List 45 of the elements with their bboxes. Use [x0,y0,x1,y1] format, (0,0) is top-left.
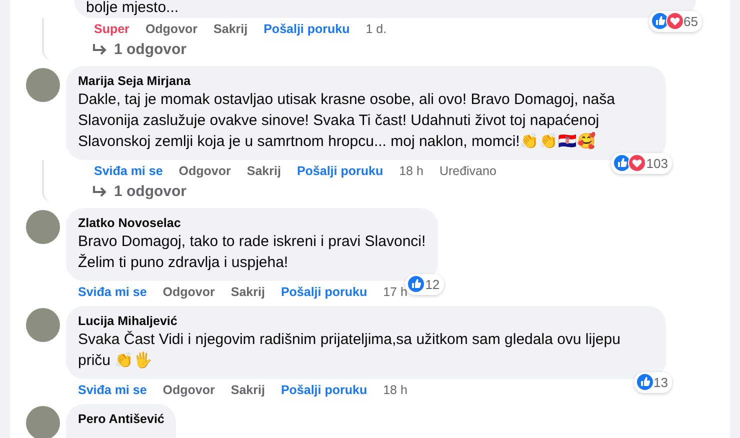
view-replies-link[interactable]: 1 odgovor [114,182,187,202]
reply-arrow-icon [92,43,108,57]
comment-text: Dakle, taj je momak ostavljao utisak krasne osobe, ali ovo! Bravo Domagoj, naša Slavonija zaslužuje ovakve sinove! Svaka Ti čast! Udahnuti život toj napaćenoj Slavonskoj zemlji koja je u samrtnom hropcu... moj naklon, momci!👏👏🇭🇷🥰 [78,90,616,152]
hide-link[interactable]: Sakrij [246,163,281,179]
send-message-link[interactable]: Pošalji poruku [264,21,350,37]
send-message-link[interactable]: Pošalji poruku [280,382,368,398]
avatar-circle[interactable] [26,308,60,342]
reply-arrow-icon [92,185,108,199]
reaction-count: 65 [684,12,698,30]
reaction-count: 13 [654,374,668,392]
reaction-count: 103 [646,154,668,172]
reply-link[interactable]: Odgovor [178,163,231,179]
avatar-circle[interactable] [26,210,60,244]
hide-link[interactable]: Sakrij [230,284,265,300]
reaction-summary[interactable]: 12 [405,274,444,295]
timestamp: 18 h [383,382,408,398]
reaction-count: 12 [425,276,440,294]
timestamp: 17 h [383,284,408,300]
comment-text: Svaka Čast Vidi i njegovim radišnim prijateljima,sa užitkom sam gledala ovu lijepu priču 👏🖐 [78,330,622,371]
like-link[interactable]: Sviđa mi se [78,284,147,300]
avatar-circle[interactable] [26,406,60,438]
reply-link[interactable]: Odgovor [162,284,215,300]
timestamp: 18 h [399,163,424,179]
author-name[interactable]: Pero Antišević [78,411,164,427]
reply-link[interactable]: Odgovor [145,21,198,37]
author-name[interactable]: Lucija Mihaljević [78,313,654,329]
timestamp: Uređivano [439,163,496,179]
reaction-summary[interactable]: 103 [611,152,672,174]
avatar-circle[interactable] [26,68,60,102]
reaction-summary[interactable]: 65 [648,10,702,32]
comment-text: Bravo Domagoj, tako to rade iskreni i pravi Slavonci! Želim ti puno zdravlja i uspjeha! [78,232,426,273]
love-reaction-link[interactable]: Super [94,21,130,37]
send-message-link[interactable]: Pošalji poruku [280,284,368,300]
hide-link[interactable]: Sakrij [214,21,248,37]
author-name[interactable]: Marija Seja Mirjana [78,73,654,89]
send-message-link[interactable]: Pošalji poruku [296,163,384,179]
hide-link[interactable]: Sakrij [230,382,265,398]
like-link[interactable]: Sviđa mi se [78,382,147,398]
like-link[interactable]: Sviđa mi se [94,163,163,179]
reply-link[interactable]: Odgovor [162,382,215,398]
view-replies-link[interactable]: 1 odgovor [114,40,187,60]
reaction-summary[interactable]: 13 [634,372,672,393]
author-name[interactable]: Zlatko Novoselac [78,215,426,231]
timestamp: 1 d. [366,21,387,37]
comment-text: bolje mjesto... [86,0,180,16]
